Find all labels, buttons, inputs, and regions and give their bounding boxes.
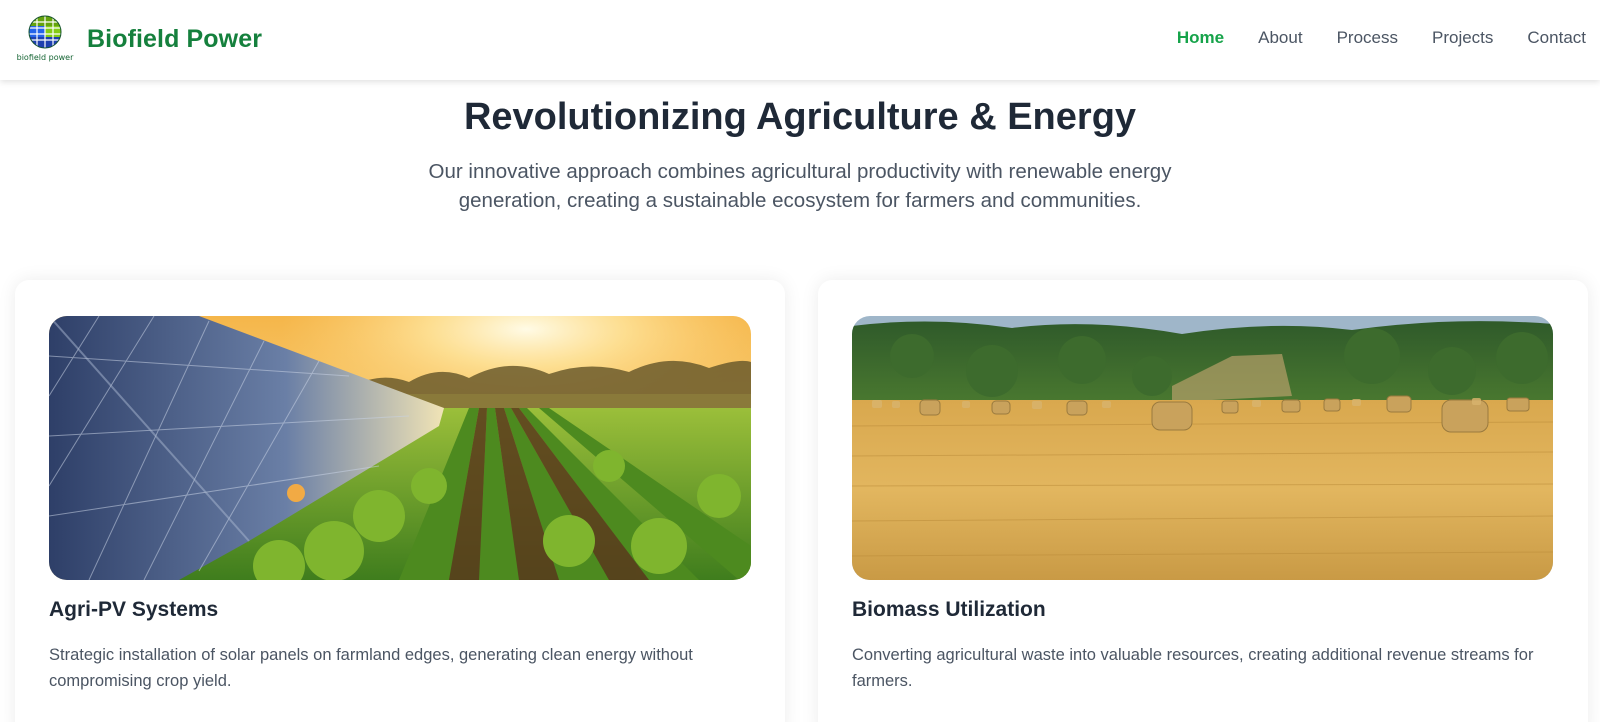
main-nav: Home About Process Projects Contact: [1143, 28, 1586, 48]
card-title: Agri-PV Systems: [49, 598, 219, 621]
card-description: Strategic installation of solar panels o…: [49, 646, 693, 690]
nav-projects-link[interactable]: Projects: [1432, 28, 1493, 48]
hero-subtitle: Our innovative approach combines agricul…: [428, 160, 1172, 212]
svg-text:biofield power: biofield power: [17, 53, 74, 62]
brand[interactable]: biofield power Biofield Power: [16, 14, 262, 64]
card-title: Biomass Utilization: [852, 598, 1046, 621]
brand-name: Biofield Power: [87, 24, 263, 53]
nav-about-link[interactable]: About: [1258, 28, 1302, 48]
solar-panels-crops-image: [49, 316, 751, 580]
hero-title: Revolutionizing Agriculture & Energy: [463, 96, 1137, 138]
card-description: Converting agricultural waste into valua…: [852, 646, 1534, 690]
feature-card-biomass: Biomass Utilization Converting agricultu…: [818, 280, 1588, 722]
nav-contact-link[interactable]: Contact: [1527, 28, 1586, 48]
feature-card-agri-pv: Agri-PV Systems Strategic installation o…: [15, 280, 785, 722]
nav-process-link[interactable]: Process: [1337, 28, 1398, 48]
hay-bales-field-image: [852, 316, 1553, 580]
nav-home-link[interactable]: Home: [1177, 28, 1224, 48]
globe-logo-icon: biofield power: [16, 14, 74, 64]
site-header: biofield power Biofield Power Home About…: [0, 0, 1600, 80]
